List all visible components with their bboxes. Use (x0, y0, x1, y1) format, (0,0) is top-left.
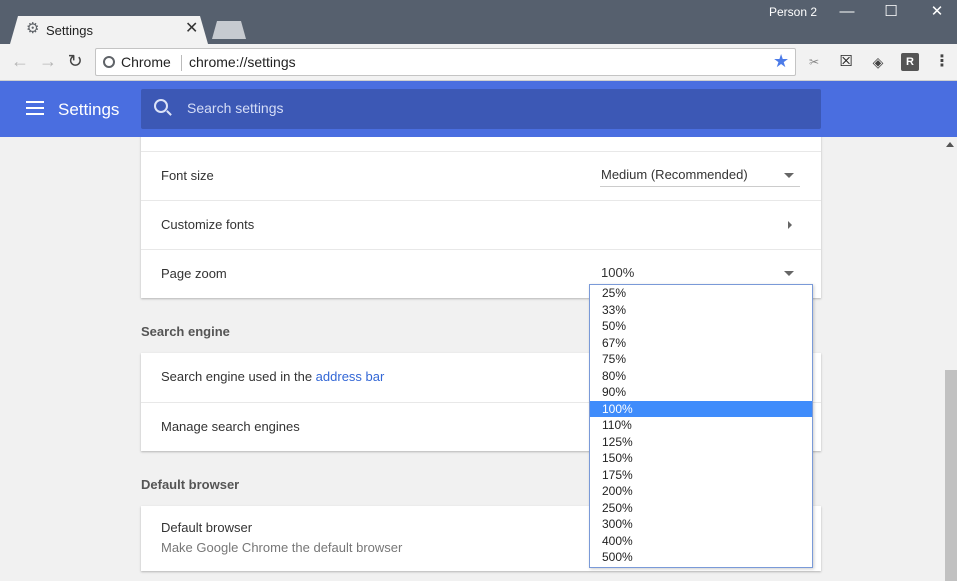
new-tab-button[interactable] (212, 21, 246, 39)
page-title: Settings (58, 100, 120, 119)
zoom-option[interactable]: 50% (590, 318, 812, 335)
close-window-button[interactable]: ✕ (927, 2, 947, 22)
zoom-option[interactable]: 33% (590, 302, 812, 319)
settings-header: Settings (0, 81, 957, 137)
default-browser-heading: Default browser (141, 477, 240, 492)
page-zoom-select[interactable]: 100% (601, 265, 634, 280)
search-engine-heading: Search engine (141, 324, 230, 339)
tab-settings[interactable]: ⚙ Settings ✕ (10, 16, 208, 44)
customize-fonts-label: Customize fonts (161, 217, 255, 232)
minimize-button[interactable]: — (837, 2, 857, 22)
bookmark-star-icon[interactable]: ★ (773, 51, 789, 72)
zoom-option[interactable]: 500% (590, 549, 812, 566)
address-bar[interactable]: Chrome chrome://settings ★ (95, 48, 796, 76)
zoom-option[interactable]: 100% (590, 400, 812, 417)
search-input[interactable] (187, 100, 787, 116)
ublock-icon[interactable]: ◈ (869, 53, 887, 71)
scroll-up-arrow-icon[interactable] (946, 142, 954, 147)
zoom-option[interactable]: 150% (590, 450, 812, 467)
maximize-button[interactable]: ☐ (881, 2, 901, 22)
browser-toolbar: ← → ↻ Chrome chrome://settings ★ ✂ ☒ ◈ R… (0, 44, 957, 81)
chevron-down-icon[interactable] (784, 271, 794, 276)
window-x-icon[interactable]: ☒ (837, 53, 855, 71)
profile-button[interactable]: Person 2 (769, 5, 817, 19)
zoom-option[interactable]: 67% (590, 335, 812, 352)
zoom-option[interactable]: 125% (590, 434, 812, 451)
address-divider (181, 55, 182, 71)
title-bar: ⚙ Settings ✕ Person 2 — ☐ ✕ (0, 0, 957, 44)
tab-close-button[interactable]: ✕ (185, 20, 198, 38)
site-chip-label: Chrome (121, 54, 171, 70)
appearance-card: Font size Medium (Recommended) Customize… (141, 137, 821, 298)
forward-button[interactable]: → (38, 51, 58, 71)
font-size-label: Font size (161, 168, 214, 183)
scissors-icon[interactable]: ✂ (805, 53, 823, 71)
settings-content: Font size Medium (Recommended) Customize… (0, 137, 957, 581)
customize-fonts-row[interactable]: Customize fonts (141, 200, 821, 249)
zoom-option[interactable]: 175% (590, 467, 812, 484)
search-engine-label: Search engine used in the address bar (161, 369, 384, 384)
gear-icon: ⚙ (26, 20, 40, 37)
back-button[interactable]: ← (10, 51, 30, 71)
default-browser-description: Make Google Chrome the default browser (161, 540, 403, 555)
tab-title: Settings (46, 23, 93, 38)
zoom-option[interactable]: 75% (590, 351, 812, 368)
select-underline (600, 186, 800, 187)
default-browser-label: Default browser (161, 520, 253, 535)
list-item (141, 137, 821, 151)
zoom-option[interactable]: 25% (590, 285, 812, 302)
search-icon (154, 99, 168, 113)
chevron-down-icon[interactable] (784, 173, 794, 178)
page-zoom-label: Page zoom (161, 266, 227, 281)
reload-button[interactable]: ↻ (65, 51, 85, 71)
zoom-option[interactable]: 200% (590, 483, 812, 500)
address-bar-link[interactable]: address bar (316, 369, 385, 384)
search-engine-label-text: Search engine used in the (161, 369, 316, 384)
manage-search-engines-label: Manage search engines (161, 419, 300, 434)
zoom-option[interactable]: 300% (590, 516, 812, 533)
menu-icon[interactable]: ⋮ (933, 53, 951, 71)
zoom-option[interactable]: 90% (590, 384, 812, 401)
scroll-thumb[interactable] (945, 370, 957, 581)
scrollbar[interactable] (943, 137, 957, 581)
chevron-right-icon[interactable] (788, 221, 792, 229)
font-size-select[interactable]: Medium (Recommended) (601, 167, 748, 182)
page-zoom-dropdown[interactable]: 25% 33% 50% 67% 75% 80% 90% 100% 110% 125% 150% 175… (589, 284, 813, 568)
url-text[interactable]: chrome://settings (189, 54, 296, 70)
search-box[interactable] (141, 89, 821, 129)
zoom-option[interactable]: 400% (590, 533, 812, 550)
r-extension-icon[interactable]: R (901, 53, 919, 71)
hamburger-menu-icon[interactable] (26, 101, 44, 115)
chrome-icon (103, 56, 115, 68)
zoom-option[interactable]: 250% (590, 500, 812, 517)
font-size-row[interactable]: Font size Medium (Recommended) (141, 151, 821, 200)
zoom-option[interactable]: 80% (590, 368, 812, 385)
zoom-option[interactable]: 110% (590, 417, 812, 434)
